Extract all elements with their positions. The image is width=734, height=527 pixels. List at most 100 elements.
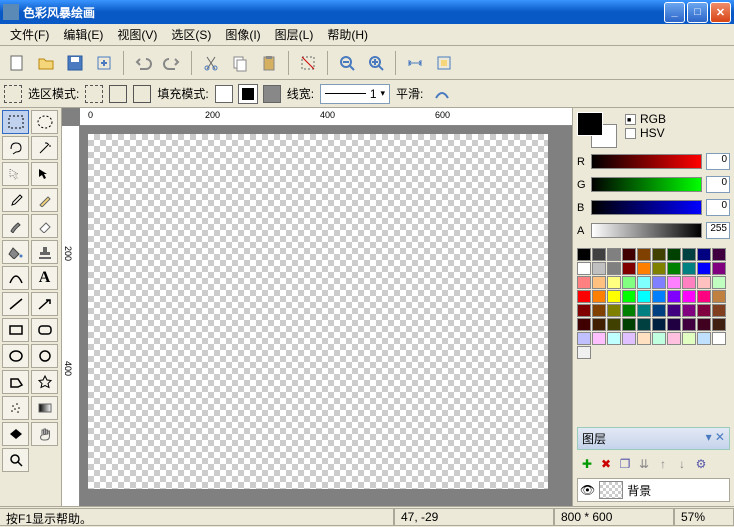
palette-swatch[interactable] xyxy=(577,262,591,275)
palette-swatch[interactable] xyxy=(697,262,711,275)
b-slider[interactable] xyxy=(591,200,702,215)
hsv-mode-toggle[interactable]: HSV xyxy=(625,126,666,140)
palette-swatch[interactable] xyxy=(622,318,636,331)
tool-hand[interactable] xyxy=(31,422,58,446)
menu-view[interactable]: 视图(V) xyxy=(111,24,163,45)
palette-swatch[interactable] xyxy=(607,248,621,261)
palette-swatch[interactable] xyxy=(577,248,591,261)
tool-lasso[interactable] xyxy=(2,136,29,160)
layer-visibility-icon[interactable]: 👁 xyxy=(580,483,595,497)
palette-swatch[interactable] xyxy=(577,318,591,331)
palette-swatch[interactable] xyxy=(577,346,591,359)
maximize-button[interactable]: □ xyxy=(687,2,708,23)
fit-width-button[interactable] xyxy=(402,50,428,76)
layer-row[interactable]: 👁 背景 xyxy=(577,478,730,502)
palette-swatch[interactable] xyxy=(607,318,621,331)
palette-swatch[interactable] xyxy=(637,318,651,331)
tool-move[interactable] xyxy=(31,162,58,186)
layer-merge[interactable]: ⇊ xyxy=(636,456,652,472)
palette-swatch[interactable] xyxy=(622,290,636,303)
palette-swatch[interactable] xyxy=(652,248,666,261)
palette-swatch[interactable] xyxy=(652,290,666,303)
layer-add[interactable]: ✚ xyxy=(579,456,595,472)
tool-eyedropper[interactable] xyxy=(2,188,29,212)
palette-swatch[interactable] xyxy=(607,332,621,345)
color-swatches[interactable] xyxy=(577,112,617,148)
palette-swatch[interactable] xyxy=(577,290,591,303)
tool-brush[interactable] xyxy=(2,214,29,238)
palette-swatch[interactable] xyxy=(652,304,666,317)
palette-swatch[interactable] xyxy=(637,304,651,317)
palette-swatch[interactable] xyxy=(637,262,651,275)
palette-swatch[interactable] xyxy=(712,276,726,289)
palette-swatch[interactable] xyxy=(622,262,636,275)
palette-swatch[interactable] xyxy=(682,248,696,261)
minimize-button[interactable]: _ xyxy=(664,2,685,23)
r-slider[interactable] xyxy=(591,154,702,169)
palette-swatch[interactable] xyxy=(667,248,681,261)
palette-swatch[interactable] xyxy=(697,332,711,345)
palette-swatch[interactable] xyxy=(712,290,726,303)
layer-duplicate[interactable]: ❐ xyxy=(617,456,633,472)
menu-help[interactable]: 帮助(H) xyxy=(321,24,374,45)
rgb-mode-toggle[interactable]: RGB xyxy=(625,112,666,126)
palette-swatch[interactable] xyxy=(712,304,726,317)
palette-swatch[interactable] xyxy=(667,262,681,275)
palette-swatch[interactable] xyxy=(652,332,666,345)
palette-swatch[interactable] xyxy=(682,262,696,275)
tool-magic-wand[interactable] xyxy=(31,136,58,160)
foreground-color[interactable] xyxy=(577,112,603,136)
open-button[interactable] xyxy=(33,50,59,76)
palette-swatch[interactable] xyxy=(592,290,606,303)
tool-ellipse-select[interactable] xyxy=(31,110,58,134)
palette-swatch[interactable] xyxy=(697,248,711,261)
layer-props[interactable]: ⚙ xyxy=(693,456,709,472)
palette-swatch[interactable] xyxy=(682,276,696,289)
palette-swatch[interactable] xyxy=(697,290,711,303)
select-mode-new[interactable] xyxy=(85,85,103,103)
palette-swatch[interactable] xyxy=(697,304,711,317)
palette-swatch[interactable] xyxy=(577,332,591,345)
save-button[interactable] xyxy=(62,50,88,76)
a-slider[interactable] xyxy=(591,223,702,238)
zoom-out-button[interactable] xyxy=(334,50,360,76)
tool-zoom[interactable] xyxy=(2,448,29,472)
palette-swatch[interactable] xyxy=(637,332,651,345)
palette-swatch[interactable] xyxy=(622,304,636,317)
tool-stamp[interactable] xyxy=(31,240,58,264)
menu-file[interactable]: 文件(F) xyxy=(4,24,55,45)
palette-swatch[interactable] xyxy=(607,262,621,275)
tool-rounded-rect[interactable] xyxy=(31,318,58,342)
fill-outline[interactable] xyxy=(239,85,257,103)
fill-solid[interactable] xyxy=(263,85,281,103)
palette-swatch[interactable] xyxy=(682,318,696,331)
palette-swatch[interactable] xyxy=(667,290,681,303)
layer-down[interactable]: ↓ xyxy=(674,456,690,472)
palette-swatch[interactable] xyxy=(607,304,621,317)
tool-ellipse[interactable] xyxy=(2,344,29,368)
menu-image[interactable]: 图像(I) xyxy=(219,24,266,45)
palette-swatch[interactable] xyxy=(622,248,636,261)
palette-swatch[interactable] xyxy=(577,304,591,317)
b-value[interactable]: 0 xyxy=(706,199,730,216)
palette-swatch[interactable] xyxy=(622,332,636,345)
close-button[interactable]: ✕ xyxy=(710,2,731,23)
menu-edit[interactable]: 编辑(E) xyxy=(57,24,109,45)
palette-swatch[interactable] xyxy=(697,318,711,331)
tool-shape-fill[interactable] xyxy=(2,422,29,446)
palette-swatch[interactable] xyxy=(622,276,636,289)
palette-swatch[interactable] xyxy=(712,248,726,261)
menu-layer[interactable]: 图层(L) xyxy=(269,24,320,45)
palette-swatch[interactable] xyxy=(667,276,681,289)
tool-rectangle[interactable] xyxy=(2,318,29,342)
tool-gradient[interactable] xyxy=(31,396,58,420)
palette-swatch[interactable] xyxy=(667,304,681,317)
palette-swatch[interactable] xyxy=(592,276,606,289)
palette-swatch[interactable] xyxy=(652,318,666,331)
tool-line[interactable] xyxy=(2,292,29,316)
a-value[interactable]: 255 xyxy=(706,222,730,239)
r-value[interactable]: 0 xyxy=(706,153,730,170)
layer-up[interactable]: ↑ xyxy=(655,456,671,472)
cut-button[interactable] xyxy=(198,50,224,76)
deselect-button[interactable] xyxy=(295,50,321,76)
